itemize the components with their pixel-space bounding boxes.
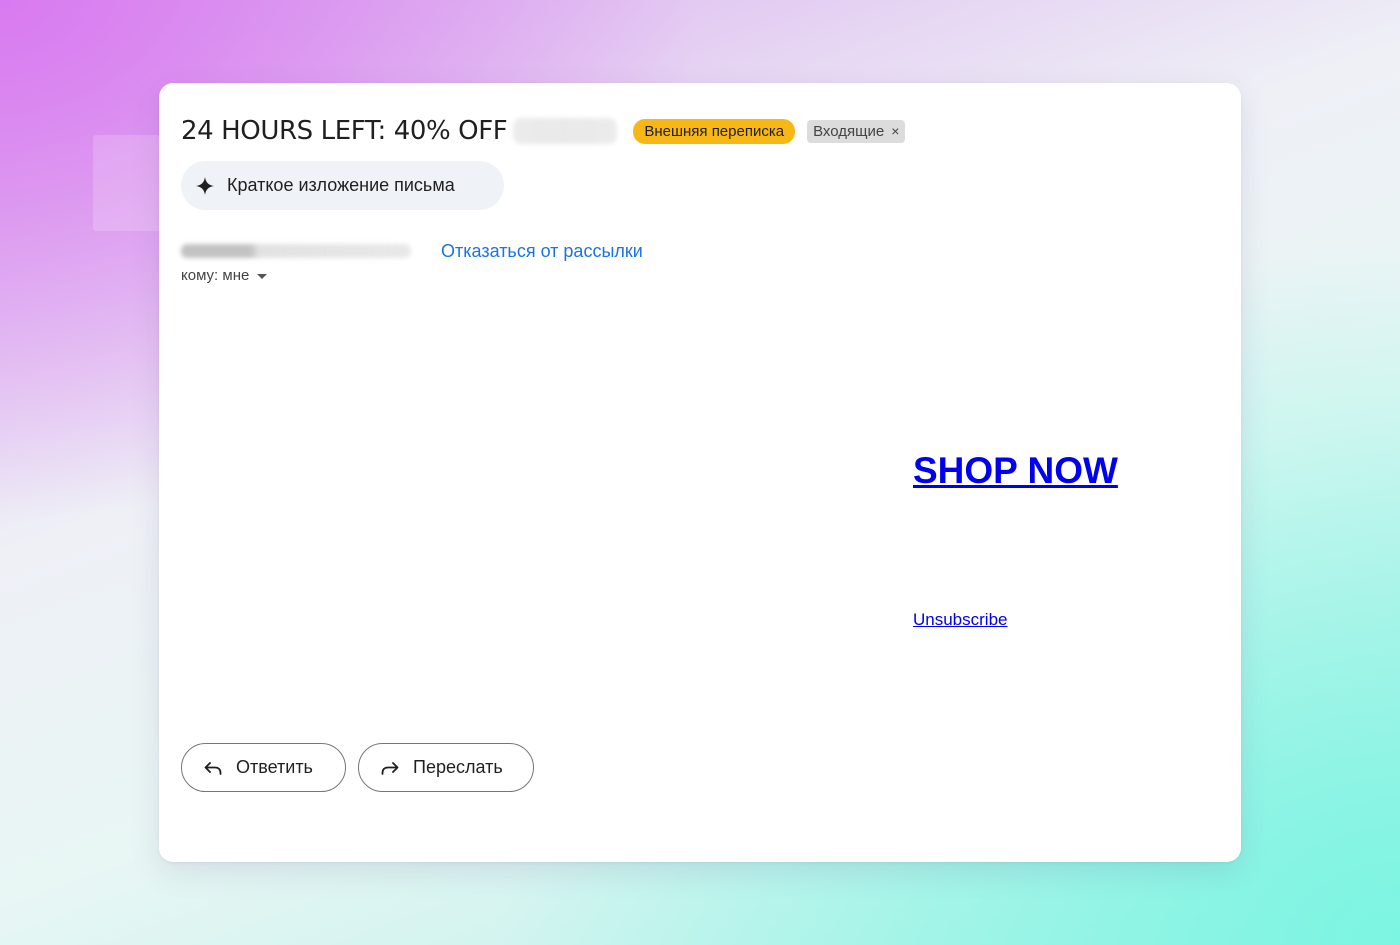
external-label[interactable]: Внешняя переписка	[633, 118, 796, 144]
close-icon[interactable]: ×	[891, 123, 899, 139]
sender-row: Отказаться от рассылки	[181, 240, 643, 262]
email-actions: Ответить Переслать	[181, 743, 534, 792]
forward-button[interactable]: Переслать	[358, 743, 534, 792]
sparkle-icon	[195, 176, 215, 196]
forward-arrow-icon	[379, 757, 401, 779]
reply-arrow-icon	[202, 757, 224, 779]
redacted-sender-name	[513, 118, 618, 144]
caret-down-icon[interactable]	[257, 274, 268, 279]
inbox-label[interactable]: Входящие ×	[807, 119, 906, 143]
email-subject: 24 HOURS LEFT: 40% OFF	[181, 116, 508, 146]
recipient-text: кому: мне	[181, 267, 250, 284]
subject-row: 24 HOURS LEFT: 40% OFF Внешняя переписка…	[181, 111, 906, 151]
recipient-row[interactable]: кому: мне	[181, 267, 268, 284]
reply-label: Ответить	[236, 757, 313, 777]
redacted-sender	[181, 244, 411, 258]
forward-label: Переслать	[413, 757, 503, 777]
email-summary-label: Краткое изложение письма	[227, 175, 455, 195]
unsubscribe-header-link[interactable]: Отказаться от рассылки	[441, 241, 643, 262]
shop-now-link[interactable]: SHOP NOW	[913, 450, 1118, 492]
reply-button[interactable]: Ответить	[181, 743, 346, 792]
email-view: 24 HOURS LEFT: 40% OFF Внешняя переписка…	[159, 83, 1241, 862]
body-unsubscribe-link[interactable]: Unsubscribe	[913, 610, 1008, 630]
email-summary-button[interactable]: Краткое изложение письма	[181, 161, 504, 210]
inbox-label-text: Входящие	[813, 122, 885, 140]
